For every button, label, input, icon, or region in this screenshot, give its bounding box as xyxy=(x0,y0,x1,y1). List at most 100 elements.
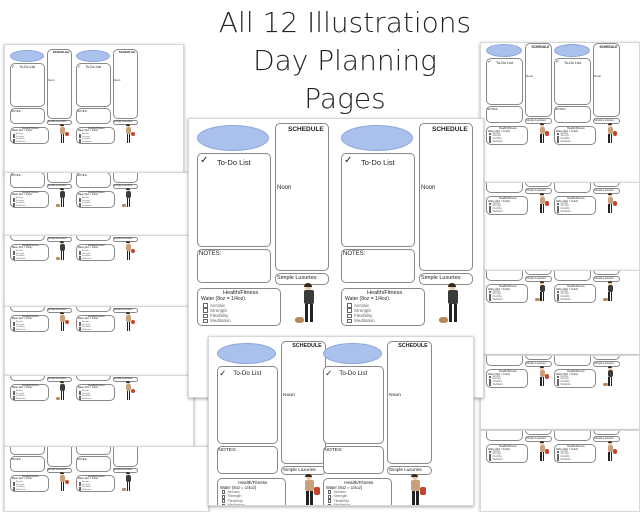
luxuries-label: Simple Luxuries: xyxy=(526,119,547,122)
planner-card: SCHEDULENoon✓To-Do ListNOTES:Simple Luxu… xyxy=(9,376,75,402)
planner-card: SCHEDULENoon✓To-Do ListNOTES:Simple Luxu… xyxy=(75,376,141,402)
leg-shape xyxy=(60,198,63,207)
planner-card: SCHEDULENoon✓To-Do ListNOTES:Simple Luxu… xyxy=(485,431,555,464)
woman-with-dog-icon xyxy=(122,472,136,493)
planner-card: SCHEDULENoon✓To-Do ListNOTES:Simple Luxu… xyxy=(553,356,623,389)
todo-label: To-Do List xyxy=(339,370,368,378)
schedule-label: SCHEDULE xyxy=(288,126,324,133)
leg-shape xyxy=(310,491,313,505)
schedule-column xyxy=(113,235,138,236)
bag-shape xyxy=(612,449,617,454)
exercise-checkbox[interactable] xyxy=(78,329,81,332)
exercise-checkbox[interactable] xyxy=(221,494,226,499)
leg-shape xyxy=(126,198,129,207)
todo-lines xyxy=(219,169,267,241)
planner-sheet: SCHEDULENoon✓To-Do ListNOTES:Simple Luxu… xyxy=(4,306,194,376)
exercise-checkbox[interactable] xyxy=(12,398,15,401)
body-shape xyxy=(411,479,420,492)
exercise-checkbox[interactable] xyxy=(12,489,15,492)
exercise-checkbox[interactable] xyxy=(221,499,226,503)
exercise-checkbox[interactable] xyxy=(12,205,15,208)
leg-shape xyxy=(412,491,415,505)
bag-shape xyxy=(313,487,321,495)
exercise-checkbox[interactable] xyxy=(12,329,15,332)
exercise-label: Strength xyxy=(227,494,242,499)
leg-shape xyxy=(449,304,452,322)
exercise-checkbox[interactable] xyxy=(489,140,492,144)
todo-label: To-Do List xyxy=(19,65,36,70)
leg-shape xyxy=(542,376,544,386)
exercise-checkbox[interactable] xyxy=(489,383,492,387)
woman-with-bags-icon xyxy=(535,366,550,388)
exercise-checkbox[interactable] xyxy=(78,141,81,144)
hair-shape xyxy=(607,193,612,195)
leg-shape xyxy=(540,376,542,386)
exercise-checkbox[interactable] xyxy=(327,494,332,499)
exercise-checkbox[interactable] xyxy=(557,298,560,302)
exercise-checkbox[interactable] xyxy=(78,205,81,208)
exercise-checkbox[interactable] xyxy=(347,303,352,308)
planner-card: SCHEDULENoon✓To-Do ListNOTES:Simple Luxu… xyxy=(485,356,555,389)
exercise-checkbox[interactable] xyxy=(221,490,226,495)
exercise-checkbox[interactable] xyxy=(557,458,560,462)
exercise-checkbox[interactable] xyxy=(12,141,15,144)
exercise-checkbox[interactable] xyxy=(489,458,492,462)
body-shape xyxy=(60,244,65,252)
exercise-label: Meditation xyxy=(16,140,26,143)
leg-shape xyxy=(60,482,63,491)
hair-shape xyxy=(60,312,64,315)
exercise-label: Meditation xyxy=(82,328,92,331)
exercise-label: Aerobic xyxy=(227,489,241,494)
exercise-checkbox[interactable] xyxy=(78,398,81,401)
date-oval xyxy=(75,49,110,63)
leg-shape xyxy=(63,198,65,207)
luxuries-label: Simple Luxuries: xyxy=(113,237,133,241)
exercise-label: Meditation xyxy=(82,397,92,400)
leg-shape xyxy=(542,291,544,301)
exercise-checkbox[interactable] xyxy=(203,303,208,308)
exercise-checkbox[interactable] xyxy=(327,499,332,503)
water-label: Water (8oz = 1/4oz) xyxy=(77,130,99,133)
exercise-checkbox[interactable] xyxy=(327,490,332,495)
exercise-label: Flexibility xyxy=(333,498,349,503)
exercise-label: Flexibility xyxy=(210,313,229,319)
water-label: Water (8oz = 1/4oz) xyxy=(201,296,245,302)
leg-shape xyxy=(608,133,610,143)
exercise-checkbox[interactable] xyxy=(327,503,332,505)
planner-sheet: SCHEDULENoon✓To-Do ListNOTES:Simple Luxu… xyxy=(4,235,194,307)
exercise-checkbox[interactable] xyxy=(203,318,208,324)
exercise-checkbox[interactable] xyxy=(557,383,560,387)
exercise-checkbox[interactable] xyxy=(203,308,208,313)
todo-bullets xyxy=(202,169,210,241)
schedule-column xyxy=(113,306,138,307)
exercise-label: Meditation xyxy=(492,458,503,461)
exercise-checkbox[interactable] xyxy=(12,258,15,261)
woman-with-dog-icon xyxy=(56,381,70,402)
leg-shape xyxy=(305,304,308,322)
luxuries-label: Simple Luxuries: xyxy=(47,468,67,472)
schedule-lines xyxy=(527,50,550,111)
dog-shape xyxy=(603,298,608,301)
exercise-checkbox[interactable] xyxy=(78,489,81,492)
water-label: Water (8oz = 1/4oz) xyxy=(11,387,33,390)
bag-shape xyxy=(544,449,549,454)
exercise-checkbox[interactable] xyxy=(347,318,352,324)
todo-lines xyxy=(86,71,109,105)
notes-lines xyxy=(488,356,522,365)
exercise-checkbox[interactable] xyxy=(489,298,492,302)
exercise-checkbox[interactable] xyxy=(347,308,352,313)
hair-shape xyxy=(411,473,419,478)
exercise-checkbox[interactable] xyxy=(347,313,352,319)
planner-sheet: SCHEDULENoon✓To-Do ListNOTES:Simple Luxu… xyxy=(4,375,194,447)
exercise-checkbox[interactable] xyxy=(78,258,81,261)
exercise-label: Meditation xyxy=(82,204,92,207)
woman-with-bags-icon xyxy=(56,472,70,493)
date-oval xyxy=(341,125,413,151)
exercise-checkbox[interactable] xyxy=(557,210,560,214)
planner-card: SCHEDULENoon✓To-Do ListNOTES:Simple Luxu… xyxy=(553,43,623,146)
exercise-checkbox[interactable] xyxy=(221,503,226,505)
exercise-checkbox[interactable] xyxy=(203,313,208,319)
exercise-checkbox[interactable] xyxy=(489,210,492,214)
planner-card: SCHEDULENoon✓To-Do ListNOTES:Simple Luxu… xyxy=(553,431,623,464)
exercise-checkbox[interactable] xyxy=(557,140,560,144)
